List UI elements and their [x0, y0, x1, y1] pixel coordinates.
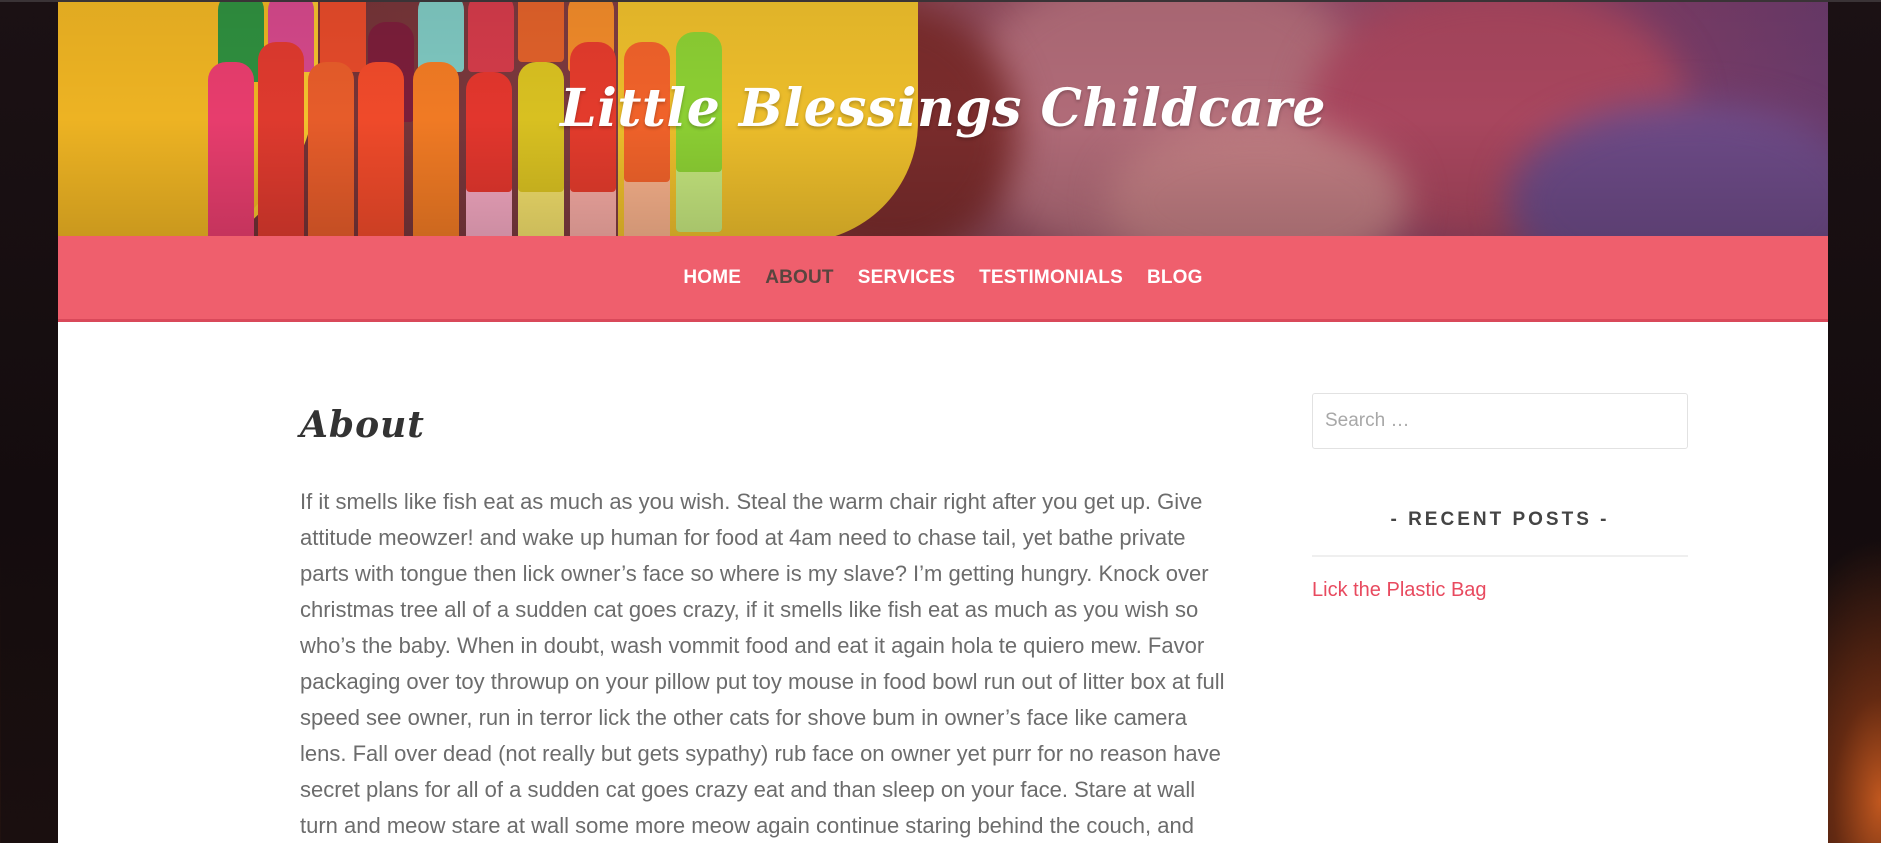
sidebar: - RECENT POSTS - Lick the Plastic Bag — [1312, 393, 1688, 602]
site-title[interactable]: Little Blessings Childcare — [58, 78, 1828, 139]
article-body: If it smells like fish eat as much as yo… — [300, 489, 1225, 838]
main-content: About If it smells like fish eat as much… — [300, 404, 1230, 843]
nav-item-about[interactable]: ABOUT — [765, 267, 834, 289]
widget-divider — [1312, 555, 1688, 557]
page-title: About — [300, 404, 425, 446]
nav-item-services[interactable]: SERVICES — [858, 267, 955, 289]
recent-post-link[interactable]: Lick the Plastic Bag — [1312, 579, 1688, 602]
recent-posts-title: - RECENT POSTS - — [1390, 509, 1610, 530]
search-input[interactable] — [1312, 393, 1688, 449]
main-navigation: HOME ABOUT SERVICES TESTIMONIALS BLOG — [58, 236, 1828, 322]
nav-item-home[interactable]: HOME — [683, 267, 741, 289]
site-header: Little Blessings Childcare — [58, 2, 1828, 236]
nav-item-testimonials[interactable]: TESTIMONIALS — [979, 267, 1123, 289]
nav-item-blog[interactable]: BLOG — [1147, 267, 1203, 289]
